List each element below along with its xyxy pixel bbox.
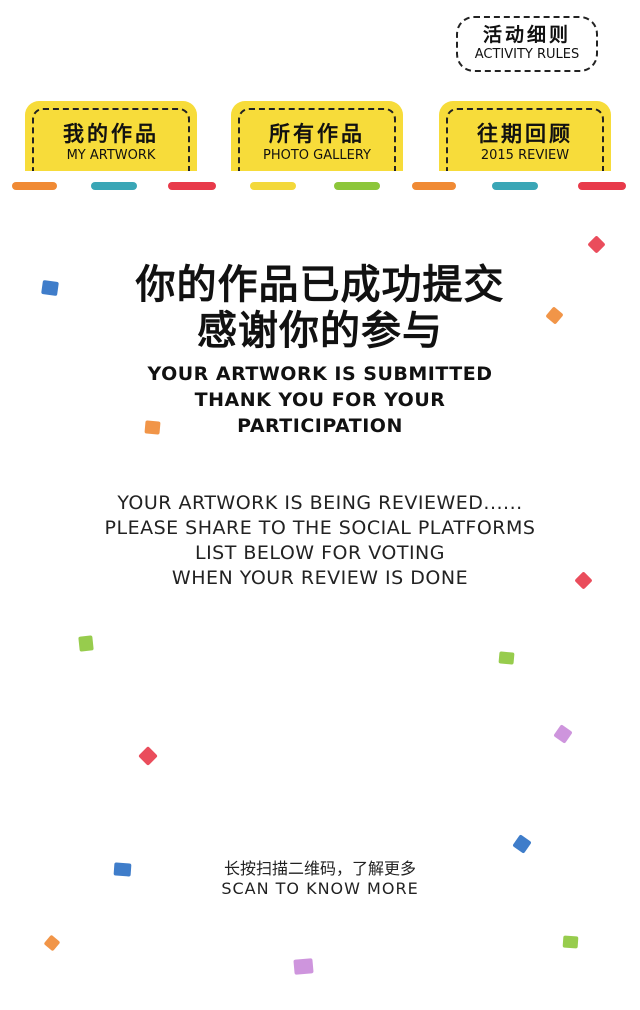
scan-hint-cn: 长按扫描二维码，了解更多 — [223, 859, 416, 878]
divider-dash — [168, 182, 216, 190]
headline-cn-line1: 你的作品已成功提交 — [135, 262, 505, 308]
review-line: YOUR ARTWORK IS BEING REVIEWED...... — [117, 492, 523, 514]
divider-dash — [334, 182, 380, 190]
confetti-piece — [43, 934, 61, 952]
confetti-piece — [498, 651, 515, 665]
confetti-piece — [113, 862, 132, 877]
divider-dash — [12, 182, 57, 190]
confetti-piece — [293, 958, 314, 975]
activity-rules-en-label: ACTIVITY RULES — [474, 47, 580, 62]
headline-en-line2: THANK YOU FOR YOUR — [194, 389, 446, 411]
headline-cn-line2: 感谢你的参与 — [197, 308, 443, 354]
confetti-piece — [553, 724, 573, 744]
divider-dash — [492, 182, 538, 190]
tab-my-artwork-en-label: MY ARTWORK — [66, 148, 156, 163]
confetti-piece — [512, 834, 532, 854]
tab-my-artwork-cn-label: 我的作品 — [63, 122, 159, 146]
review-line: WHEN YOUR REVIEW IS DONE — [171, 567, 469, 589]
confetti-piece — [144, 420, 161, 435]
tab-photo-gallery-cn-label: 所有作品 — [269, 122, 365, 146]
headline-en-line1: YOUR ARTWORK IS SUBMITTED — [147, 363, 493, 385]
tab-photo-gallery-en-label: PHOTO GALLERY — [263, 148, 371, 163]
scan-hint-en: SCAN TO KNOW MORE — [221, 879, 419, 898]
review-message: YOUR ARTWORK IS BEING REVIEWED...... PLE… — [0, 491, 640, 591]
confetti-piece — [78, 635, 94, 652]
confetti-piece — [138, 746, 158, 766]
review-line: LIST BELOW FOR VOTING — [194, 542, 445, 564]
activity-rules-button[interactable]: 活动细则 ACTIVITY RULES — [456, 16, 598, 72]
activity-rules-cn-label: 活动细则 — [482, 24, 571, 46]
review-line: PLEASE SHARE TO THE SOCIAL PLATFORMS — [104, 517, 536, 539]
confetti-piece — [41, 279, 59, 297]
tab-2015-review-en-label: 2015 REVIEW — [480, 148, 570, 163]
tab-photo-gallery[interactable]: 所有作品 PHOTO GALLERY — [231, 101, 403, 171]
tab-2015-review[interactable]: 往期回顾 2015 REVIEW — [439, 101, 611, 171]
confetti-piece — [587, 235, 606, 254]
tab-my-artwork[interactable]: 我的作品 MY ARTWORK — [25, 101, 197, 171]
divider-dash — [91, 182, 137, 190]
divider-dash — [250, 182, 296, 190]
confetti-piece — [562, 935, 579, 949]
tab-2015-review-cn-label: 往期回顾 — [477, 122, 573, 146]
divider-dash — [578, 182, 626, 190]
headline-en-line3: PARTICIPATION — [237, 415, 403, 437]
divider-dash — [412, 182, 456, 190]
